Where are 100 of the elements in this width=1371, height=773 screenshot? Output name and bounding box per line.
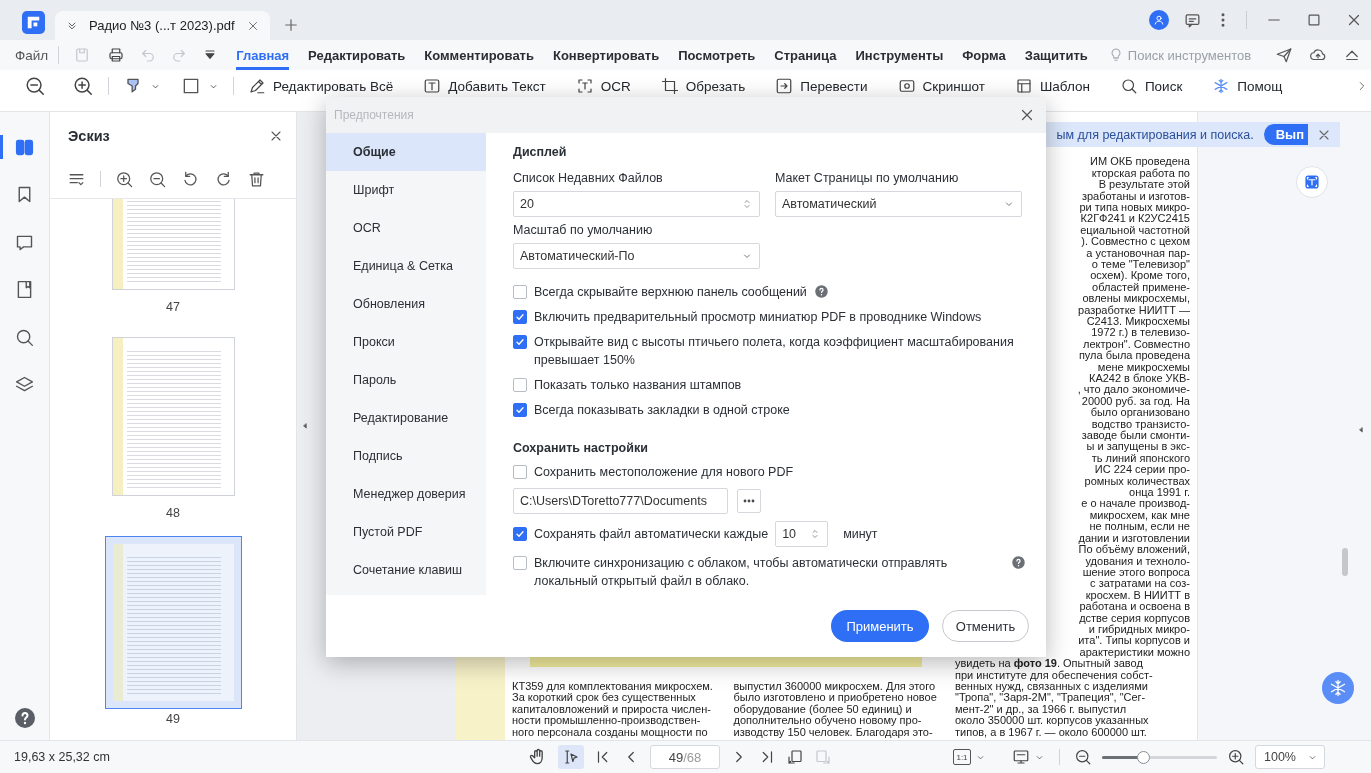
rotate-right-icon[interactable] — [214, 169, 233, 189]
send-icon[interactable] — [1275, 46, 1293, 64]
page-arrow-icon[interactable] — [786, 748, 804, 766]
search-button[interactable]: Поиск — [1119, 75, 1183, 97]
template-button[interactable]: Шаблон — [1014, 75, 1090, 97]
number-field[interactable]: 10 — [775, 521, 829, 547]
settings-nav-item[interactable]: OCR — [326, 209, 486, 247]
slider-thumb[interactable] — [1136, 750, 1150, 764]
number-field[interactable]: 20 — [513, 191, 760, 217]
checkbox[interactable] — [513, 403, 527, 417]
screenshot-button[interactable]: Скриншот — [897, 75, 985, 97]
checkbox[interactable] — [513, 335, 527, 349]
text-line: зработаны и изготов- — [1081, 190, 1190, 202]
text-line: водство транзисто- — [1091, 418, 1190, 431]
translate-button[interactable]: Перевести — [775, 75, 868, 97]
page-size-text: 19,63 x 25,32 cm — [13, 750, 111, 764]
text-line: кторская работа по — [1091, 167, 1190, 180]
menu-tab[interactable]: Страница — [774, 40, 837, 70]
zoom-in-icon[interactable] — [72, 75, 94, 97]
file-menu[interactable]: Файл — [15, 47, 49, 63]
settings-nav-item[interactable]: Прокси — [326, 323, 486, 361]
zoom-out-icon[interactable] — [148, 169, 167, 189]
checkbox[interactable] — [513, 465, 527, 479]
text-line: ИМ ОКБ проведена — [1090, 156, 1190, 168]
zoom-field[interactable]: 100% — [1255, 745, 1325, 769]
account-button[interactable] — [1149, 10, 1169, 30]
tool-search-field[interactable]: Поиск инструментов — [1127, 47, 1268, 63]
menu-tab[interactable]: Посмотреть — [678, 40, 756, 70]
document-tab[interactable]: Радио №3 (...т 2023).pdf — [55, 11, 270, 40]
edit-all-button[interactable]: Редактировать Всё — [248, 75, 394, 97]
settings-nav-item[interactable]: Сочетание клавиш — [326, 551, 486, 589]
text-line: удования и техноло- — [1085, 555, 1190, 567]
text-line: ности промышленно-производствен- — [512, 715, 701, 727]
text-line: КТ359 для комплектования микросхем. — [512, 680, 713, 692]
menu-tab[interactable]: Защитить — [1024, 40, 1088, 70]
cancel-button[interactable]: Отменить — [942, 610, 1029, 642]
zoom-in-icon[interactable] — [1227, 748, 1245, 766]
text-line: овлены микросхемы, — [1082, 293, 1190, 305]
settings-nav-item[interactable]: Редактирование — [326, 399, 486, 437]
help-icon[interactable] — [12, 706, 37, 730]
collapse-panel-icon[interactable] — [300, 421, 310, 431]
menu-tab[interactable]: Конвертировать — [552, 40, 660, 70]
settings-nav-item[interactable]: Шрифт — [326, 171, 486, 209]
checkbox[interactable] — [513, 285, 527, 299]
folder-path-field[interactable]: C:\Users\DToretto777\Documents — [513, 488, 728, 514]
actual-size-button[interactable]: 1:1 — [953, 749, 971, 765]
checkbox[interactable] — [513, 310, 527, 324]
dropdown[interactable]: Автоматический-По — [513, 243, 760, 269]
settings-nav-item[interactable]: Обновления — [326, 285, 486, 323]
zoom-in-icon[interactable] — [115, 169, 134, 189]
zoom-out-icon[interactable] — [1074, 748, 1092, 766]
text-line: увидеть на фото 19. Опытный завод — [955, 658, 1143, 670]
text-box-icon — [423, 77, 442, 95]
scrollbar-thumb[interactable] — [1342, 548, 1348, 576]
help-icon[interactable] — [813, 284, 829, 299]
menu-tab[interactable]: Комментировать — [424, 40, 534, 70]
help-icon[interactable] — [1011, 555, 1026, 570]
settings-nav-item[interactable]: Менеджер доверия — [326, 475, 486, 513]
text-line: а установочная пар- — [1086, 247, 1190, 259]
assistant-button[interactable] — [1322, 672, 1354, 704]
settings-nav-item[interactable]: Единица & Сетка — [326, 247, 486, 285]
maximize-icon[interactable] — [1305, 11, 1323, 29]
page-thumbnail[interactable] — [104, 536, 242, 709]
expand-panel-icon[interactable] — [1356, 425, 1366, 435]
zoom-out-icon[interactable] — [24, 75, 46, 97]
browse-button[interactable] — [737, 489, 761, 513]
select-tool-button[interactable] — [558, 745, 584, 769]
ocr-panel-button[interactable] — [1296, 166, 1328, 198]
print-icon[interactable] — [107, 46, 126, 64]
menu-tab[interactable]: Инструменты — [855, 40, 944, 70]
fit-page-icon[interactable] — [1012, 748, 1030, 766]
page-number-field[interactable]: 49/68 — [650, 745, 720, 769]
ocr-button[interactable]: OCR — [575, 75, 631, 97]
dropdown[interactable]: Автоматический — [775, 191, 1022, 217]
checkbox[interactable] — [513, 527, 527, 541]
assistant-button[interactable]: Помощ — [1212, 75, 1283, 97]
text-line: оборудование (более 50 единиц) и — [733, 703, 912, 716]
add-text-button[interactable]: Добавить Текст — [423, 75, 546, 97]
pencil-icon — [248, 77, 266, 95]
crop-button[interactable]: Обрезать — [660, 75, 746, 97]
apply-button[interactable]: Применить — [831, 610, 929, 642]
arrow-box-icon — [775, 77, 794, 95]
checkbox[interactable] — [513, 556, 527, 570]
settings-nav-item[interactable]: Пустой PDF — [326, 513, 486, 551]
menu-tab[interactable]: Редактировать — [308, 40, 406, 70]
settings-nav-item[interactable]: Подпись — [326, 437, 486, 475]
text-line: не полным, если не — [1089, 521, 1190, 533]
settings-nav-item[interactable]: Пароль — [326, 361, 486, 399]
panel-title: Эскиз — [68, 128, 110, 144]
scan-frame-icon — [575, 77, 594, 95]
text-line: , что дало экономиче- — [1077, 384, 1190, 396]
dialog-title: Предпочтения — [334, 108, 414, 122]
text-line: мент-2" и др., за 1966 г. выпустил — [955, 703, 1127, 716]
settings-nav-item[interactable]: Общие — [326, 133, 486, 171]
notification-button[interactable]: Вып — [1263, 124, 1308, 145]
checkbox[interactable] — [513, 378, 527, 392]
text-line: "Тропа", "Заря-2М", "Трапеция", "Сег- — [955, 692, 1146, 704]
zoom-slider[interactable] — [1102, 750, 1217, 764]
text-line: В результате этой — [1098, 179, 1190, 191]
menu-tab[interactable]: Форма — [962, 40, 1006, 70]
